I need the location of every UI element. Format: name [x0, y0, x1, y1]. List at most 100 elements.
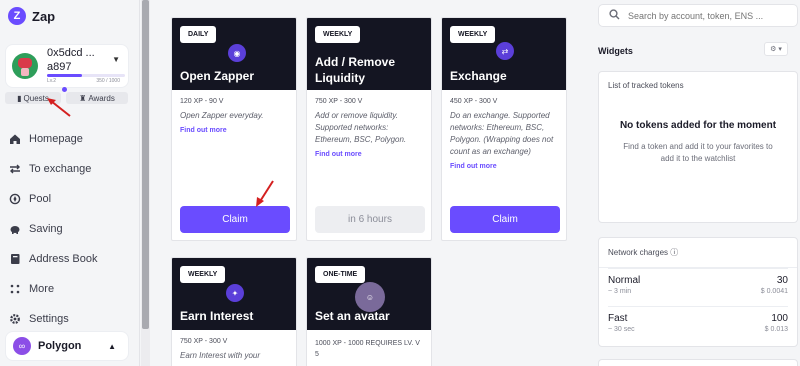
quest-title: Set an avatar: [315, 309, 390, 323]
sidebar-item-more[interactable]: More: [9, 274, 134, 304]
sidebar-item-label: Settings: [29, 313, 69, 325]
quest-title: Exchange: [450, 69, 507, 83]
piggy-bank-icon: [9, 223, 21, 235]
gear-icon: ⚙ ▾: [770, 46, 782, 53]
sidebar-item-label: Address Book: [29, 253, 98, 265]
quest-illustration-icon: ◉: [228, 44, 246, 62]
quest-card-header: WEEKLY ✦ Earn Interest: [172, 258, 296, 330]
quest-frequency-badge: WEEKLY: [315, 26, 361, 43]
charge-gwei: 100: [771, 313, 788, 324]
tab-awards-label: Awards: [88, 93, 115, 103]
quest-frequency-badge: WEEKLY: [180, 266, 226, 283]
charge-row-normal[interactable]: Normal ~ 3 min 30 $ 0.0041: [608, 268, 788, 306]
sidebar-item-label: Saving: [29, 223, 63, 235]
charge-speed: Normal: [608, 275, 641, 286]
find-out-more-link[interactable]: Find out more: [315, 151, 423, 158]
quest-description: Do an exchange. Supported networks: Ethe…: [450, 111, 554, 156]
sidebar-item-to-exchange[interactable]: To exchange: [9, 154, 134, 184]
claim-button[interactable]: Claim: [450, 206, 560, 233]
search-icon: [609, 8, 620, 23]
quest-frequency-badge: DAILY: [180, 26, 217, 43]
charge-gwei: 30: [776, 275, 788, 286]
sidebar-item-label: More: [29, 283, 55, 295]
tab-quests[interactable]: ▮ Quests: [5, 92, 61, 104]
quest-description: Open Zapper everyday.: [180, 111, 264, 120]
home-icon: [9, 133, 21, 145]
quest-card-header: ONE-TIME ☺ Set an avatar: [307, 258, 431, 330]
charge-time: ~ 3 min: [608, 288, 632, 295]
sidebar-item-address-book[interactable]: Address Book: [9, 244, 134, 274]
tab-awards[interactable]: ♜ Awards: [66, 92, 128, 104]
account-card[interactable]: 0x5dcd ... a897 ▼ Lv.2 350 / 1000: [5, 44, 129, 88]
sidebar-item-label: Pool: [29, 193, 52, 205]
quest-frequency-badge: WEEKLY: [450, 26, 496, 43]
sidebar-item-homepage[interactable]: Homepage: [9, 124, 134, 154]
sidebar-item-label: To exchange: [29, 163, 92, 175]
find-out-more-link[interactable]: Find out more: [450, 163, 558, 170]
exchange-illustration-icon: ⇄: [496, 42, 514, 60]
info-icon[interactable]: ⓘ: [670, 248, 678, 257]
sidebar-item-settings[interactable]: Settings: [9, 304, 134, 334]
quest-title: Add / Remove Liquidity: [315, 55, 396, 85]
trophy-icon: ♜: [79, 93, 87, 103]
account-level: Lv.2: [47, 78, 57, 84]
sidebar: Z Zap 0x5dcd ... a897 ▼ Lv.2 350 / 1000 …: [0, 0, 140, 366]
find-out-more-link[interactable]: Find out more: [180, 127, 288, 134]
polygon-icon: ∞: [13, 337, 31, 355]
network-selector[interactable]: ∞ Polygon ▲: [5, 331, 129, 361]
sidebar-item-saving[interactable]: Saving: [9, 214, 134, 244]
brand[interactable]: Z Zap: [8, 7, 55, 25]
grid-icon: [9, 283, 21, 295]
app-name: Zap: [32, 8, 56, 24]
quests-icon: ▮: [17, 93, 22, 103]
quest-card-set-avatar: ONE-TIME ☺ Set an avatar 1000 XP - 1000 …: [306, 257, 432, 366]
quest-card-earn-interest: WEEKLY ✦ Earn Interest 750 XP - 300 V Ea…: [171, 257, 297, 366]
quest-title: Earn Interest: [180, 309, 254, 323]
quest-reward: 120 XP - 90 V: [180, 98, 224, 105]
gear-icon: [9, 313, 21, 325]
chevron-down-icon[interactable]: ▼: [112, 55, 120, 64]
address-book-icon: [9, 253, 21, 265]
charge-usd: $ 0.013: [764, 326, 788, 333]
xp-progress-fill: [47, 74, 83, 77]
tracked-tokens-widget: List of tracked tokens No tokens added f…: [598, 71, 798, 223]
widgets-settings-button[interactable]: ⚙ ▾: [764, 42, 788, 56]
quest-description: Earn Interest with your: [180, 351, 261, 360]
quest-card-header: DAILY ◉ Open Zapper: [172, 18, 296, 90]
search-input[interactable]: [628, 10, 788, 21]
widgets-title: Widgets: [598, 46, 633, 56]
sidebar-item-pool[interactable]: Pool: [9, 184, 134, 214]
scrollbar-thumb[interactable]: [142, 0, 149, 329]
zap-logo-icon: Z: [8, 7, 26, 25]
charge-usd: $ 0.0041: [760, 288, 788, 295]
right-panel: Widgets ⚙ ▾ List of tracked tokens No to…: [588, 0, 800, 366]
quest-reward: 750 XP - 300 V: [180, 338, 228, 345]
notification-dot: [62, 87, 67, 92]
network-charges-title: Network charges ⓘ: [599, 238, 797, 268]
avatar: [12, 53, 38, 79]
account-address: 0x5dcd ...: [47, 47, 95, 59]
quest-frequency-badge: ONE-TIME: [315, 266, 366, 283]
sidebar-item-label: Homepage: [29, 133, 83, 145]
claim-button[interactable]: Claim: [180, 206, 290, 233]
next-widget: [598, 359, 798, 366]
charge-speed: Fast: [608, 313, 628, 324]
charge-time: ~ 30 sec: [608, 326, 635, 333]
exchange-icon: [9, 163, 21, 175]
interest-illustration-icon: ✦: [226, 284, 244, 302]
quest-reward: 450 XP - 300 V: [450, 98, 498, 105]
search-bar[interactable]: [598, 4, 798, 27]
account-address-suffix: a897: [47, 61, 72, 73]
quest-card-header: WEEKLY ⇄ Exchange: [442, 18, 566, 90]
quest-reward: 750 XP - 300 V: [315, 98, 363, 105]
account-xp: 350 / 1000: [96, 78, 120, 84]
cooldown-button: in 6 hours: [315, 206, 425, 233]
network-label: Polygon: [38, 340, 82, 352]
tracked-tokens-title: List of tracked tokens: [608, 81, 684, 90]
quest-reward: 1000 XP - 1000 REQUIRES LV. V 5: [315, 340, 420, 358]
quest-card-exchange: WEEKLY ⇄ Exchange 450 XP - 300 V Do an e…: [441, 17, 567, 241]
charge-row-fast[interactable]: Fast ~ 30 sec 100 $ 0.013: [608, 306, 788, 344]
quest-description: Add or remove liquidity. Supported netwo…: [315, 111, 407, 144]
network-charges-widget: Network charges ⓘ Normal ~ 3 min 30 $ 0.…: [598, 237, 798, 347]
chevron-up-icon: ▲: [108, 342, 116, 351]
